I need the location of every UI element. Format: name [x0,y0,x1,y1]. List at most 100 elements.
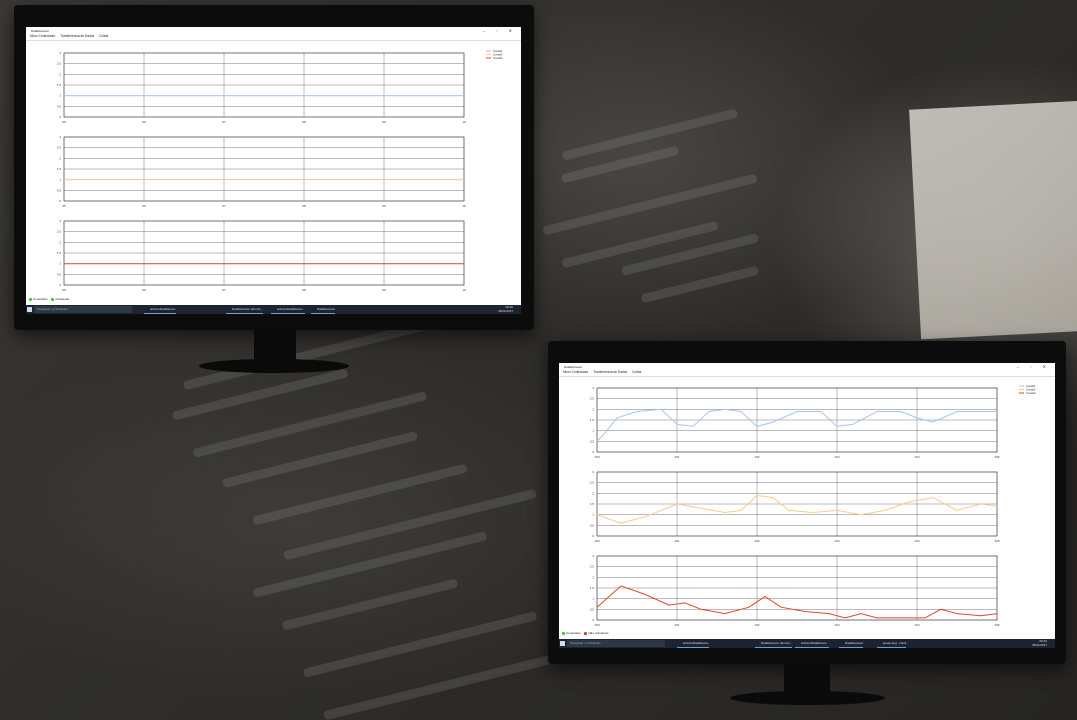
status-nao-coletando: Não Coletando [588,631,609,635]
taskbar-app[interactable]: DataReceiver [311,306,336,314]
status-dot-icon [584,631,588,635]
window-controls[interactable]: – ▫ ✕ [483,28,517,33]
y-tick-label: 2 [592,491,594,495]
y-tick-label: 1.5 [57,167,62,171]
y-tick-label: 0 [59,115,61,119]
x-tick-label: 103 [834,455,839,459]
series-line-canal3 [596,585,998,619]
window-controls[interactable]: – ▫ ✕ [1017,364,1051,369]
y-tick-label: 2 [592,575,594,579]
x-tick-label: 08 [302,288,306,292]
x-tick-label: 103 [834,539,839,543]
x-tick-label: 105 [994,539,999,543]
x-tick-label: 104 [914,539,919,543]
y-tick-label: 0.5 [590,439,595,443]
y-tick-label: 0.5 [57,104,62,108]
titlebar: DataReceiver – ▫ ✕ [559,363,1055,370]
y-tick-label: 1 [592,429,594,433]
x-tick-label: 101 [674,539,679,543]
y-tick-label: 1 [59,94,61,98]
clock-date: 08/11/2017 [1032,642,1047,647]
taskbar-app[interactable]: DataReceiver [839,640,864,648]
taskbar-app[interactable]: DataReceiver (Em Ex... [755,640,793,648]
monitor-left: DataReceiver – ▫ ✕ Micro Controlador Tra… [14,5,534,373]
menu-micro-controlador[interactable]: Micro Controlador [30,34,55,38]
legend-label: Canal3 [1026,391,1036,395]
x-tick-label: 105 [994,455,999,459]
window-title: DataReceiver [31,29,50,33]
x-tick-label: 05 [62,288,66,292]
x-tick-label: 105 [994,623,999,627]
statusbar: Conectado Não Coletando [559,631,1055,636]
x-tick-label: 101 [674,455,679,459]
clock-date: 08/11/2017 [498,308,513,313]
y-tick-label: 1 [592,513,594,517]
y-tick-label: 2 [59,240,61,244]
y-tick-label: 1.5 [590,586,595,590]
y-tick-label: 3 [592,470,594,474]
taskbar: Pesquisar no Windows arduinoDataReceiv D… [559,639,1055,648]
menu-transferencia[interactable]: Transferencia de Dados [593,370,627,374]
taskbar: Pesquisar no Windows arduinoDataReceiv D… [26,305,521,314]
x-tick-label: 06 [142,120,146,124]
taskbar-app[interactable]: DataReceiver (Em Ex... [226,306,264,314]
status-conectado: Conectado [566,631,581,635]
x-tick-label: 102 [754,455,759,459]
y-tick-label: 0 [59,283,61,287]
window-title: DataReceiver [564,365,583,369]
taskbar-app[interactable]: janela.png - Paint [877,640,907,648]
windows-start-icon[interactable] [560,641,565,646]
y-tick-label: 0.5 [590,607,595,611]
y-tick-label: 0.5 [57,188,62,192]
status-conectado: Conectado [33,297,48,301]
menu-micro-controlador[interactable]: Micro Controlador [563,370,588,374]
taskbar-app[interactable]: arduinoDataReceiv [677,640,709,648]
taskbar-app[interactable]: arduinoDataReceiv... [271,306,305,314]
x-tick-label: 103 [834,623,839,627]
status-dot-icon [562,631,565,635]
series-line-canal1 [596,408,997,442]
taskbar-clock: 09:20 08/11/2017 [1032,639,1047,647]
x-tick-label: 09 [382,204,386,208]
y-tick-label: 2.5 [590,565,595,569]
monitor-foot [199,359,349,373]
y-tick-label: 3 [59,135,61,139]
x-tick-label: 10 [462,288,466,292]
y-tick-label: 0 [592,450,594,454]
x-tick-label: 100 [594,455,599,459]
legend-label: Canal3 [493,56,503,60]
y-tick-label: 1.5 [57,251,62,255]
x-tick-label: 10 [462,204,466,208]
x-tick-label: 10 [462,120,466,124]
taskbar-clock: 09:20 08/11/2017 [498,305,513,313]
taskbar-search[interactable]: Pesquisar no Windows [567,640,665,647]
taskbar-search[interactable]: Pesquisar no Windows [34,306,132,313]
y-tick-label: 0.5 [590,523,595,527]
menubar: Micro Controlador Transferencia de Dados… [559,370,1055,377]
x-tick-label: 07 [222,204,226,208]
taskbar-app[interactable]: arduinoDataReceiv [144,306,176,314]
menu-transferencia[interactable]: Transferencia de Dados [60,34,94,38]
y-tick-label: 2.5 [57,230,62,234]
y-tick-label: 3 [592,554,594,558]
screen-right: DataReceiver – ▫ ✕ Micro Controlador Tra… [559,363,1055,648]
menu-coleta[interactable]: Coleta [632,370,641,374]
x-tick-label: 06 [142,204,146,208]
x-tick-label: 102 [754,623,759,627]
menu-coleta[interactable]: Coleta [99,34,108,38]
status-dot-icon [51,297,55,301]
y-tick-label: 1 [59,178,61,182]
x-tick-label: 05 [62,120,66,124]
windows-start-icon[interactable] [27,307,32,312]
taskbar-app[interactable]: arduinoDataReceiv... [795,640,829,648]
monitor-right: DataReceiver – ▫ ✕ Micro Controlador Tra… [548,341,1066,705]
y-tick-label: 2.5 [590,397,595,401]
x-tick-label: 06 [142,288,146,292]
titlebar: DataReceiver – ▫ ✕ [26,27,521,34]
x-tick-label: 101 [674,623,679,627]
y-tick-label: 2.5 [57,62,62,66]
statusbar: Conectado Coletando [26,297,521,302]
x-tick-label: 05 [62,204,66,208]
x-tick-label: 100 [594,623,599,627]
x-tick-label: 104 [914,623,919,627]
